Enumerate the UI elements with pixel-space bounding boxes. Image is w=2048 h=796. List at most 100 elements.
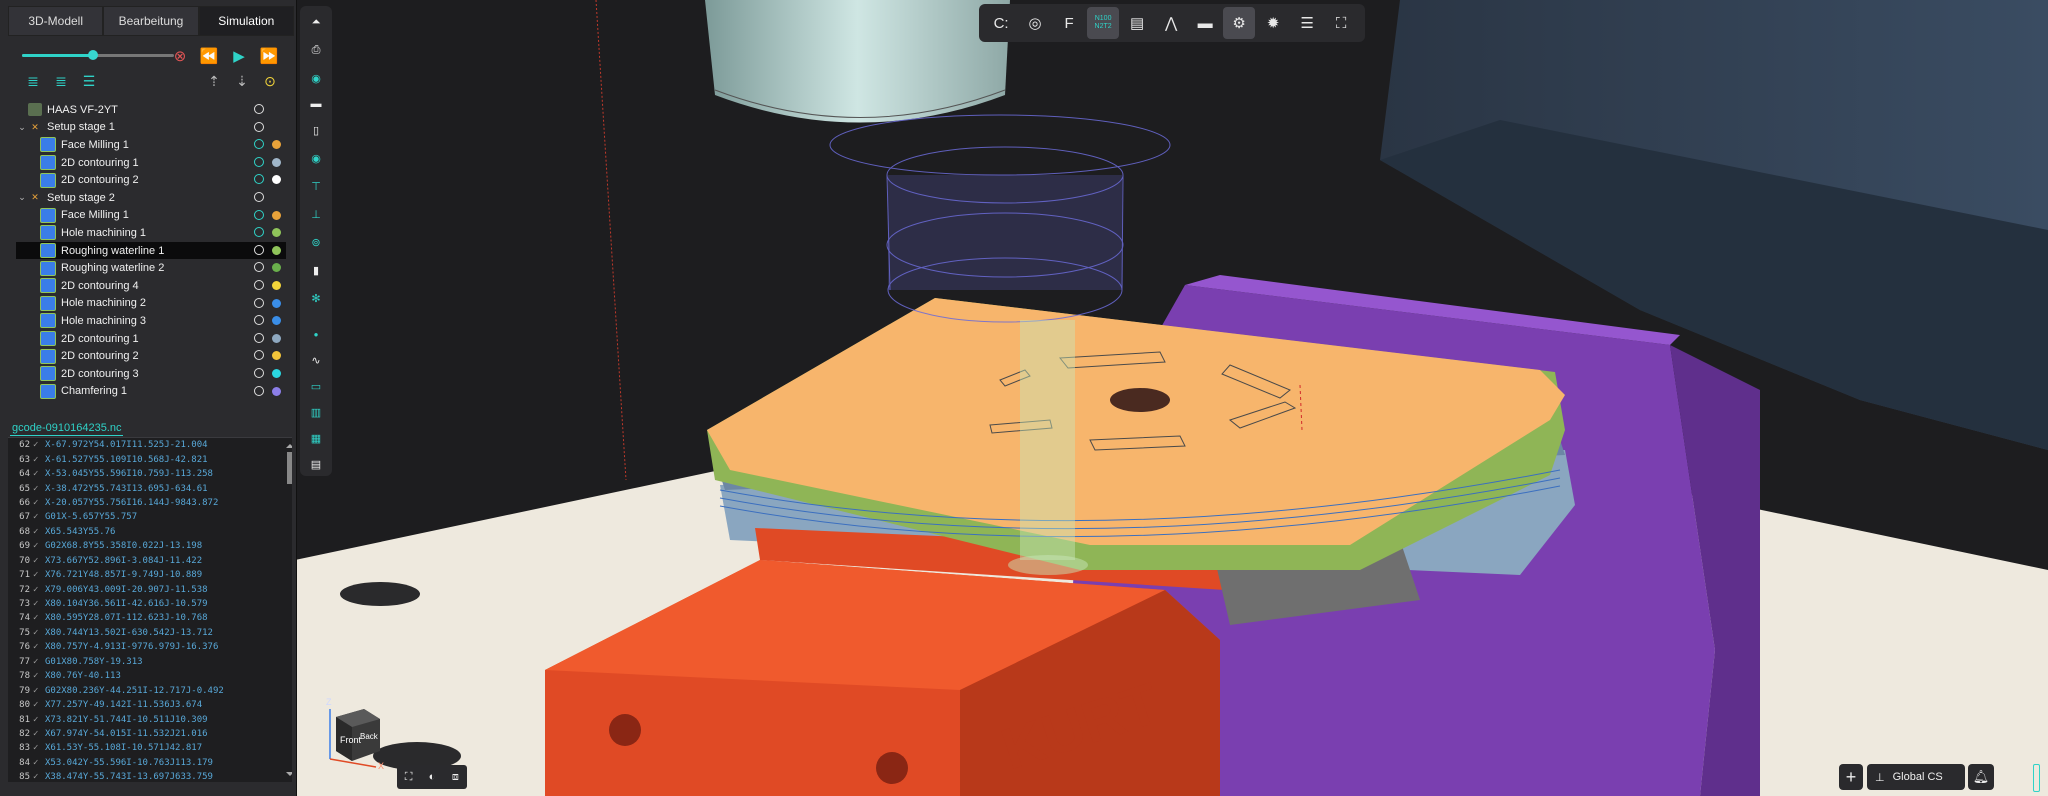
table-icon[interactable]: ▤ <box>1121 7 1153 39</box>
spindle-icon[interactable]: ⊤ <box>306 176 326 196</box>
layers-icon[interactable]: ☰ <box>1291 7 1323 39</box>
status-icon[interactable] <box>254 279 264 290</box>
printer-icon[interactable]: ⎙ <box>306 40 326 60</box>
status-icon[interactable] <box>254 209 264 220</box>
gcode-line[interactable]: 76 ✓ X80.757Y-4.913I-9776.979J-16.376 <box>8 640 292 654</box>
status-icon[interactable] <box>254 227 264 238</box>
operation-item[interactable]: Hole machining 1 <box>16 224 286 242</box>
gcode-line[interactable]: 77 ✓ G01X80.758Y-19.313 <box>8 655 292 669</box>
curve-icon[interactable]: ∿ <box>306 350 326 370</box>
status-icon[interactable] <box>254 244 264 255</box>
right-panel-toggle[interactable] <box>2033 764 2040 792</box>
slider-handle[interactable] <box>88 50 99 60</box>
chevron-down-icon[interactable]: ⌄ <box>16 122 28 133</box>
gcode-line[interactable]: 78 ✓ X80.76Y-40.113 <box>8 669 292 683</box>
gcode-line[interactable]: 73 ✓ X80.104Y36.561I-42.616J-10.579 <box>8 597 292 611</box>
setup-item[interactable]: ⌄ ✕ Setup stage 2 <box>16 189 286 207</box>
drill-icon[interactable]: ⊥ <box>306 204 326 224</box>
play-icon[interactable]: ▶ <box>228 46 250 66</box>
operation-item[interactable]: Roughing waterline 2 <box>16 259 286 277</box>
indent-left-icon[interactable]: ≣ <box>22 70 44 92</box>
status-icon[interactable] <box>254 156 264 167</box>
toolpath-icon[interactable]: ⋀ <box>1155 7 1187 39</box>
operation-item[interactable]: Face Milling 1 <box>16 136 286 154</box>
fullscreen-icon[interactable]: ⛶ <box>1325 7 1357 39</box>
operation-item[interactable]: 2D contouring 2 <box>16 347 286 365</box>
fixture-icon[interactable]: ⊚ <box>306 232 326 252</box>
slice-icon[interactable]: ▤ <box>306 454 326 474</box>
gcode-line[interactable]: 62 ✓ X-67.972Y54.017I11.525J-21.004 <box>8 438 292 452</box>
status-icon[interactable] <box>254 121 264 132</box>
gcode-scrollbar[interactable] <box>286 444 292 776</box>
stock-icon[interactable]: ▬ <box>1189 7 1221 39</box>
book-icon[interactable]: ▥ <box>306 402 326 422</box>
indent-right-icon[interactable]: ≣ <box>50 70 72 92</box>
stop-icon[interactable]: ⊗ <box>170 46 190 66</box>
gcode-line[interactable]: 85 ✓ X38.474Y-55.743I-13.697J633.759 <box>8 770 292 782</box>
gcode-line[interactable]: 74 ✓ X80.595Y28.07I-112.623J-10.768 <box>8 611 292 625</box>
gcode-line[interactable]: 81 ✓ X73.821Y-51.744I-10.511J10.309 <box>8 712 292 726</box>
operation-item[interactable]: 2D contouring 3 <box>16 365 286 383</box>
tool-icon[interactable]: ◉ <box>306 68 326 88</box>
gcode-line[interactable]: 80 ✓ X77.257Y-49.142I-11.536J3.674 <box>8 698 292 712</box>
fixture-icon[interactable]: F <box>1053 7 1085 39</box>
operation-item[interactable]: Hole machining 3 <box>16 312 286 330</box>
gcode-file-tab[interactable]: gcode-0910164235.nc <box>10 422 124 436</box>
nc-program-icon[interactable]: N100 N2T2 <box>1087 7 1120 39</box>
status-icon[interactable] <box>254 104 264 114</box>
status-icon[interactable] <box>254 191 264 202</box>
status-icon[interactable] <box>254 315 264 326</box>
tab-3d-model[interactable]: 3D-Modell <box>8 6 104 36</box>
status-icon[interactable] <box>254 297 264 308</box>
surface-icon[interactable]: ▭ <box>306 376 326 396</box>
move-up-icon[interactable]: ⇡ <box>203 70 225 92</box>
fit-view-icon[interactable]: ⛶ <box>401 769 417 785</box>
tool-holder-icon[interactable]: ◎ <box>1019 7 1051 39</box>
gcode-line[interactable]: 72 ✓ X79.006Y43.009I-20.907J-11.538 <box>8 582 292 596</box>
gcode-line[interactable]: 75 ✓ X80.744Y13.502I-630.542J-13.712 <box>8 626 292 640</box>
page-icon[interactable]: ▯ <box>306 120 326 140</box>
add-button[interactable]: + <box>1839 764 1863 790</box>
machine-icon[interactable]: ⚙ <box>1223 7 1256 39</box>
status-icon[interactable] <box>254 262 264 273</box>
gear-wheel-icon[interactable]: ✻ <box>306 288 326 308</box>
status-icon[interactable] <box>254 139 264 150</box>
operation-item[interactable]: Face Milling 1 <box>16 207 286 225</box>
gcode-line[interactable]: 66 ✓ X-20.057Y55.756I16.144J-9843.872 <box>8 496 292 510</box>
tab-simulation[interactable]: Simulation <box>198 6 294 36</box>
fast-forward-icon[interactable]: ⏩ <box>258 46 280 66</box>
gcode-line[interactable]: 84 ✓ X53.042Y-55.596I-10.763J113.179 <box>8 756 292 770</box>
shading-icon[interactable]: ◐ <box>424 769 440 785</box>
operation-item[interactable]: 2D contouring 4 <box>16 277 286 295</box>
operation-item[interactable]: Hole machining 2 <box>16 295 286 313</box>
simulation-slider[interactable] <box>22 50 174 60</box>
numbered-list-icon[interactable]: ☰ <box>78 70 100 92</box>
machine-item[interactable]: HAAS VF-2YT <box>16 101 286 119</box>
gcode-line[interactable]: 68 ✓ X65.543Y55.76 <box>8 525 292 539</box>
chevron-down-icon[interactable]: ⌄ <box>16 192 28 203</box>
status-icon[interactable] <box>254 367 264 378</box>
gcode-line[interactable]: 70 ✓ X73.667Y52.896I-3.084J-11.422 <box>8 554 292 568</box>
gcode-line[interactable]: 69 ✓ G02X68.8Y55.358I0.022J-13.198 <box>8 539 292 553</box>
rewind-icon[interactable]: ⏪ <box>198 46 220 66</box>
status-icon[interactable] <box>254 385 264 396</box>
tab-bearbeitung[interactable]: Bearbeitung <box>103 6 199 36</box>
operation-item[interactable]: 2D contouring 1 <box>16 330 286 348</box>
operation-item[interactable]: Chamfering 1 <box>16 383 286 401</box>
collapse-icon[interactable]: ⏶ <box>306 12 326 32</box>
operation-item[interactable]: 2D contouring 1 <box>16 154 286 172</box>
point-icon[interactable]: ● <box>306 324 326 344</box>
grid-icon[interactable]: ▦ <box>306 428 326 448</box>
operation-item[interactable]: 2D contouring 2 <box>16 171 286 189</box>
warning-icon[interactable]: ⊙ <box>259 70 281 92</box>
holder-icon[interactable]: ▬ <box>306 94 326 114</box>
ci-icon[interactable]: C: <box>985 7 1017 39</box>
perspective-icon[interactable]: ⧈ <box>447 769 463 785</box>
gcode-line[interactable]: 79 ✓ G02X80.236Y-44.251I-12.717J-0.492 <box>8 683 292 697</box>
gcode-line[interactable]: 64 ✓ X-53.045Y55.596I10.759J-113.258 <box>8 467 292 481</box>
move-down-icon[interactable]: ⇣ <box>231 70 253 92</box>
operation-item[interactable]: Roughing waterline 1 <box>16 241 286 260</box>
gcode-line[interactable]: 63 ✓ X-61.527Y55.109I10.568J-42.821 <box>8 452 292 466</box>
gcode-line[interactable]: 65 ✓ X-38.472Y55.743I13.695J-634.61 <box>8 481 292 495</box>
gcode-line[interactable]: 71 ✓ X76.721Y48.857I-9.749J-10.889 <box>8 568 292 582</box>
